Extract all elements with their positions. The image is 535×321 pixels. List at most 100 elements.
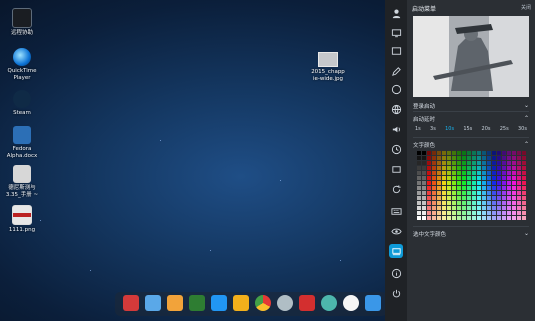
palette-swatch[interactable] <box>482 151 486 155</box>
palette-swatch[interactable] <box>497 186 501 190</box>
palette-swatch[interactable] <box>507 191 511 195</box>
palette-swatch[interactable] <box>462 196 466 200</box>
palette-swatch[interactable] <box>437 216 441 220</box>
music-icon[interactable] <box>189 295 205 311</box>
palette-swatch[interactable] <box>497 166 501 170</box>
palette-swatch[interactable] <box>467 211 471 215</box>
palette-swatch[interactable] <box>447 186 451 190</box>
delay-option-25s[interactable]: 25s <box>498 125 511 136</box>
palette-swatch[interactable] <box>492 156 496 160</box>
palette-swatch[interactable] <box>477 186 481 190</box>
palette-swatch[interactable] <box>522 161 526 165</box>
palette-swatch[interactable] <box>447 211 451 215</box>
palette-swatch[interactable] <box>422 216 426 220</box>
desktop-icon-remote[interactable]: 远程协助 <box>0 8 44 37</box>
palette-swatch[interactable] <box>417 206 421 210</box>
palette-swatch[interactable] <box>472 161 476 165</box>
palette-swatch[interactable] <box>437 161 441 165</box>
palette-swatch[interactable] <box>457 191 461 195</box>
palette-swatch[interactable] <box>492 216 496 220</box>
palette-swatch[interactable] <box>497 211 501 215</box>
palette-swatch[interactable] <box>517 156 521 160</box>
palette-swatch[interactable] <box>427 201 431 205</box>
palette-swatch[interactable] <box>457 186 461 190</box>
palette-swatch[interactable] <box>472 171 476 175</box>
palette-swatch[interactable] <box>502 166 506 170</box>
palette-swatch[interactable] <box>457 171 461 175</box>
palette-swatch[interactable] <box>502 186 506 190</box>
palette-swatch[interactable] <box>417 156 421 160</box>
palette-swatch[interactable] <box>432 216 436 220</box>
palette-swatch[interactable] <box>522 196 526 200</box>
keyboard-icon[interactable] <box>389 204 403 218</box>
palette-swatch[interactable] <box>502 191 506 195</box>
selected-text-color-row[interactable]: 选中文字颜色 ⌄ <box>413 228 529 239</box>
palette-swatch[interactable] <box>417 216 421 220</box>
palette-swatch[interactable] <box>477 181 481 185</box>
palette-swatch[interactable] <box>507 201 511 205</box>
palette-swatch[interactable] <box>472 191 476 195</box>
palette-swatch[interactable] <box>507 156 511 160</box>
palette-swatch[interactable] <box>477 176 481 180</box>
delay-option-1s[interactable]: 1s <box>413 125 423 136</box>
palette-swatch[interactable] <box>472 176 476 180</box>
palette-swatch[interactable] <box>432 176 436 180</box>
browser-icon[interactable] <box>233 295 249 311</box>
folder-icon[interactable] <box>145 295 161 311</box>
palette-swatch[interactable] <box>482 186 486 190</box>
palette-swatch[interactable] <box>492 206 496 210</box>
palette-swatch[interactable] <box>452 161 456 165</box>
palette-swatch[interactable] <box>482 181 486 185</box>
palette-swatch[interactable] <box>517 191 521 195</box>
palette-swatch[interactable] <box>452 156 456 160</box>
palette-swatch[interactable] <box>522 176 526 180</box>
palette-swatch[interactable] <box>442 156 446 160</box>
palette-swatch[interactable] <box>427 166 431 170</box>
palette-swatch[interactable] <box>457 206 461 210</box>
palette-swatch[interactable] <box>472 201 476 205</box>
palette-swatch[interactable] <box>462 216 466 220</box>
palette-swatch[interactable] <box>497 181 501 185</box>
palette-swatch[interactable] <box>517 211 521 215</box>
palette-swatch[interactable] <box>517 196 521 200</box>
palette-swatch[interactable] <box>497 161 501 165</box>
palette-swatch[interactable] <box>517 206 521 210</box>
user-icon[interactable] <box>389 6 403 20</box>
palette-swatch[interactable] <box>427 191 431 195</box>
power-icon[interactable] <box>389 162 403 176</box>
desktop-icon-quicktime[interactable]: QuickTime Player <box>0 48 44 82</box>
desktop-icon-wallpaper-file[interactable]: 2015_chapp ie-wide.jpg <box>308 52 348 83</box>
color-palette[interactable] <box>417 151 527 222</box>
palette-swatch[interactable] <box>417 161 421 165</box>
palette-swatch[interactable] <box>457 156 461 160</box>
palette-swatch[interactable] <box>522 211 526 215</box>
palette-swatch[interactable] <box>442 191 446 195</box>
palette-swatch[interactable] <box>512 186 516 190</box>
palette-swatch[interactable] <box>452 216 456 220</box>
palette-swatch[interactable] <box>417 196 421 200</box>
palette-swatch[interactable] <box>432 186 436 190</box>
palette-swatch[interactable] <box>442 161 446 165</box>
palette-swatch[interactable] <box>482 211 486 215</box>
palette-swatch[interactable] <box>432 196 436 200</box>
palette-swatch[interactable] <box>467 186 471 190</box>
palette-swatch[interactable] <box>452 196 456 200</box>
palette-swatch[interactable] <box>507 151 511 155</box>
palette-swatch[interactable] <box>522 181 526 185</box>
palette-swatch[interactable] <box>482 216 486 220</box>
palette-swatch[interactable] <box>462 166 466 170</box>
logout-icon[interactable] <box>389 286 403 300</box>
palette-swatch[interactable] <box>487 191 491 195</box>
palette-swatch[interactable] <box>512 151 516 155</box>
startup-login-row[interactable]: 登录启动 ⌄ <box>413 100 529 111</box>
palette-swatch[interactable] <box>432 166 436 170</box>
palette-swatch[interactable] <box>487 211 491 215</box>
palette-swatch[interactable] <box>447 191 451 195</box>
palette-swatch[interactable] <box>432 171 436 175</box>
palette-swatch[interactable] <box>417 181 421 185</box>
palette-swatch[interactable] <box>437 156 441 160</box>
palette-swatch[interactable] <box>522 151 526 155</box>
palette-swatch[interactable] <box>497 171 501 175</box>
palette-swatch[interactable] <box>422 206 426 210</box>
palette-swatch[interactable] <box>417 186 421 190</box>
